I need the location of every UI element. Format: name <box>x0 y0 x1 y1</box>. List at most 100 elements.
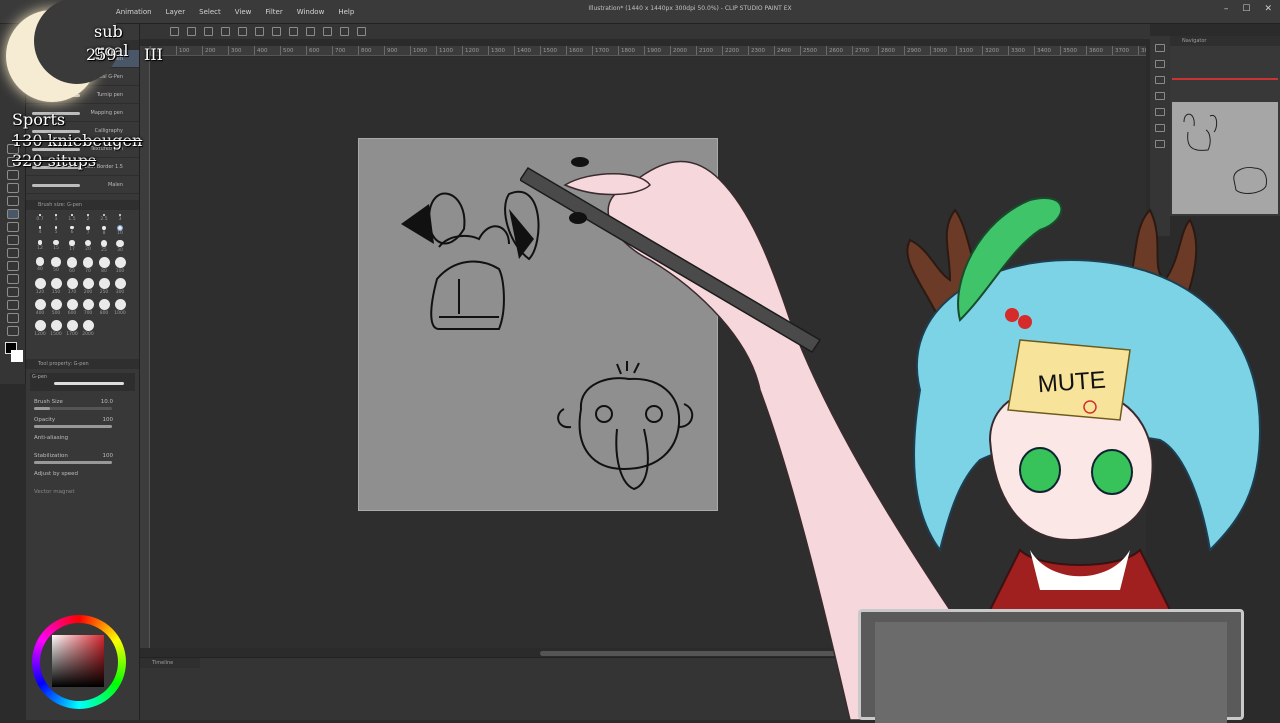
brush-size-option[interactable]: 600 <box>64 299 80 316</box>
brush-size-option[interactable]: 8 <box>96 226 112 236</box>
brush-size-option[interactable]: 2000 <box>80 320 96 337</box>
menu-item[interactable]: Select <box>199 8 221 16</box>
menu-item[interactable]: Layer <box>166 8 186 16</box>
brush-size-option[interactable]: 30 <box>112 240 128 253</box>
brush-size-dot <box>39 214 41 216</box>
brush-size-option[interactable]: 20 <box>80 240 96 253</box>
brush-size-option[interactable]: 7 <box>80 226 96 236</box>
layer-property-icon[interactable] <box>1155 60 1165 68</box>
brush-size-option[interactable]: 100 <box>112 257 128 274</box>
save-icon[interactable] <box>204 27 213 36</box>
color-saturation-square[interactable] <box>52 635 104 687</box>
pencil-tool-icon[interactable] <box>7 222 19 232</box>
menu-item[interactable]: Filter <box>265 8 282 16</box>
brush-size-option[interactable]: 25 <box>96 240 112 253</box>
undo-icon[interactable] <box>221 27 230 36</box>
brush-size-option[interactable]: 70 <box>80 257 96 274</box>
layer-icon[interactable] <box>1155 76 1165 84</box>
brush-size-dot <box>66 299 78 311</box>
brush-size-option[interactable]: 1700 <box>64 320 80 337</box>
brush-size-option[interactable]: 12 <box>32 240 48 253</box>
antialiasing-row[interactable]: Anti-aliasing <box>26 431 139 449</box>
brush-size-label: 1 <box>54 216 58 222</box>
brush-size-option[interactable]: 300 <box>112 278 128 295</box>
minimize-icon[interactable]: – <box>1224 4 1229 14</box>
brush-size-option[interactable]: 50 <box>48 257 64 274</box>
menu-item[interactable]: Window <box>297 8 325 16</box>
pen-tool-icon[interactable] <box>7 209 19 219</box>
new-file-icon[interactable] <box>170 27 179 36</box>
brush-size-option[interactable]: 5 <box>48 226 64 236</box>
snap-ruler-icon[interactable] <box>340 27 349 36</box>
stabilization-slider[interactable] <box>34 461 112 465</box>
menu-item[interactable]: View <box>235 8 252 16</box>
clear-icon[interactable] <box>272 27 281 36</box>
transform-icon[interactable] <box>289 27 298 36</box>
brush-size-option[interactable]: 2 <box>80 214 96 222</box>
brush-size-option[interactable]: 150 <box>48 278 64 295</box>
settings-icon[interactable] <box>255 27 264 36</box>
history-icon[interactable] <box>1155 108 1165 116</box>
brush-size-dot <box>82 299 94 311</box>
close-icon[interactable]: ✕ <box>1264 4 1272 14</box>
brush-size-option[interactable]: 6 <box>64 226 80 236</box>
brush-size-option[interactable]: 1000 <box>112 299 128 316</box>
opacity-slider[interactable] <box>34 425 112 429</box>
brush-size-option[interactable]: 800 <box>96 299 112 316</box>
redo-icon[interactable] <box>238 27 247 36</box>
eraser-tool-icon[interactable] <box>7 261 19 271</box>
brush-size-dot <box>35 257 45 266</box>
color-wheel[interactable] <box>32 615 126 709</box>
ruler-tick: 2600 <box>826 46 852 55</box>
maximize-icon[interactable]: ☐ <box>1242 4 1250 14</box>
text-tool-icon[interactable] <box>7 313 19 323</box>
brush-size-option[interactable]: 10 <box>112 225 128 236</box>
menu-item[interactable]: Help <box>338 8 354 16</box>
material-icon[interactable] <box>1155 92 1165 100</box>
brush-size-option[interactable]: 700 <box>80 299 96 316</box>
select-all-icon[interactable] <box>306 27 315 36</box>
brush-size-option[interactable]: 80 <box>96 257 112 274</box>
selection-tool-icon[interactable] <box>7 183 19 193</box>
brush-size-option[interactable]: 15 <box>48 240 64 253</box>
brush-size-option[interactable]: 4 <box>32 226 48 236</box>
item-bank-icon[interactable] <box>1155 140 1165 148</box>
brush-size-slider[interactable] <box>34 407 112 411</box>
snap-grid-icon[interactable] <box>357 27 366 36</box>
brush-size-option[interactable]: 1 <box>48 214 64 222</box>
adjust-speed-row[interactable]: Adjust by speed <box>26 467 139 485</box>
brush-size-option[interactable]: 60 <box>64 257 80 274</box>
gradient-tool-icon[interactable] <box>7 287 19 297</box>
brush-size-option[interactable]: 2.5 <box>96 214 112 222</box>
brush-size-option[interactable]: 1500 <box>48 320 64 337</box>
airbrush-tool-icon[interactable] <box>7 248 19 258</box>
stabilization-row[interactable]: Stabilization 100 <box>26 449 139 467</box>
brush-size-option[interactable]: 250 <box>96 278 112 295</box>
brush-size-row[interactable]: Brush Size 10.0 <box>26 395 139 413</box>
fill-tool-icon[interactable] <box>7 274 19 284</box>
deselect-icon[interactable] <box>323 27 332 36</box>
brush-size-option[interactable]: 500 <box>48 299 64 316</box>
navigator-icon[interactable] <box>1155 44 1165 52</box>
open-file-icon[interactable] <box>187 27 196 36</box>
figure-tool-icon[interactable] <box>7 300 19 310</box>
brush-size-option[interactable]: 120 <box>32 278 48 295</box>
brush-size-option[interactable]: 0.7 <box>32 214 48 222</box>
brush-size-option[interactable]: 170 <box>64 278 80 295</box>
correct-line-tool-icon[interactable] <box>7 326 19 336</box>
opacity-row[interactable]: Opacity 100 <box>26 413 139 431</box>
eyedropper-tool-icon[interactable] <box>7 196 19 206</box>
auto-actions-icon[interactable] <box>1155 124 1165 132</box>
brush-size-option[interactable]: 1200 <box>32 320 48 337</box>
brush-size-option[interactable]: 200 <box>80 278 96 295</box>
navigator-zoom-bar[interactable] <box>1172 78 1278 80</box>
brush-size-option[interactable]: 1.5 <box>64 214 80 222</box>
brush-size-option[interactable]: 40 <box>32 257 48 274</box>
brush-size-option[interactable]: 17 <box>64 240 80 253</box>
brush-size-option[interactable]: 3 <box>112 214 128 222</box>
vector-magnet-row[interactable]: Vector magnet <box>26 485 139 503</box>
brush-size-label: 170 <box>67 290 77 296</box>
sub-color-swatch[interactable] <box>11 350 23 362</box>
brush-size-option[interactable]: 400 <box>32 299 48 316</box>
brush-tool-icon[interactable] <box>7 235 19 245</box>
